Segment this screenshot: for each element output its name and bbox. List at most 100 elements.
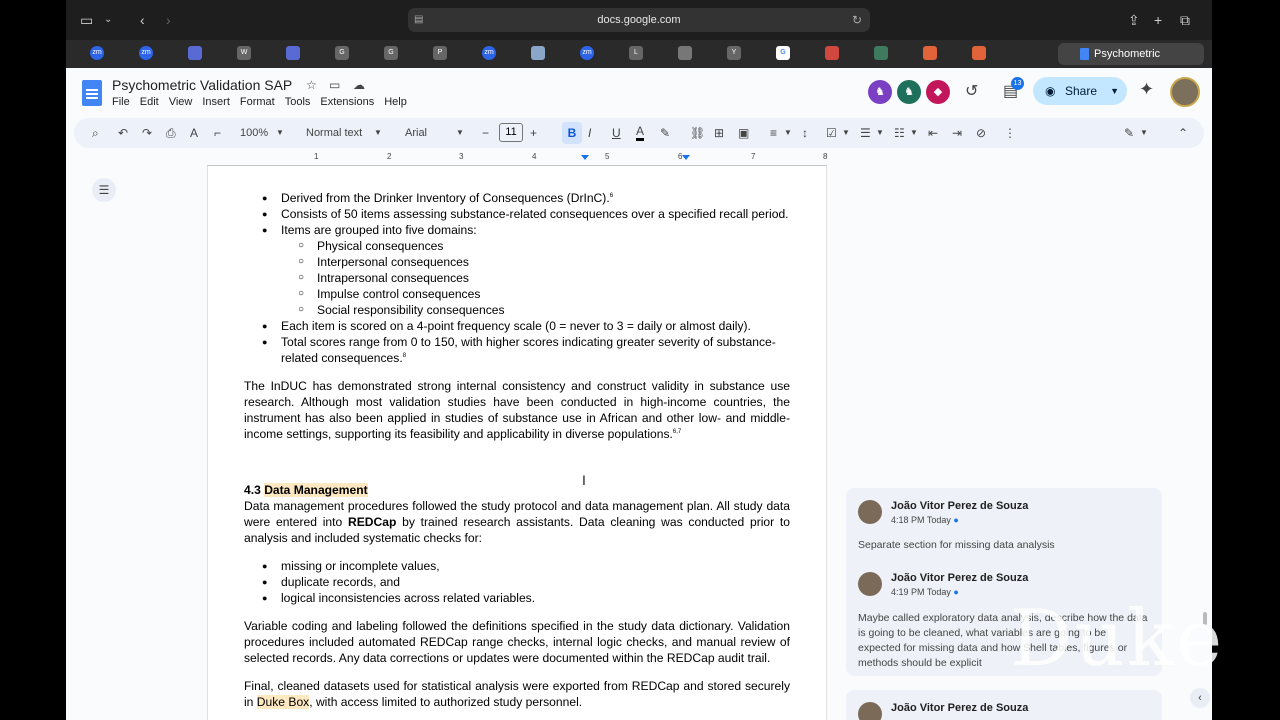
tab[interactable]: P xyxy=(433,46,447,60)
tab[interactable]: L xyxy=(629,46,643,60)
tab-overview-icon[interactable]: ⧉ xyxy=(1180,10,1190,30)
highlight-icon[interactable]: ✎ xyxy=(660,124,670,142)
back-icon[interactable]: ‹ xyxy=(140,10,145,30)
chevron-left-icon[interactable]: ‹ xyxy=(1190,688,1210,708)
insert-image-icon[interactable]: ▣ xyxy=(738,124,749,142)
comment-thread[interactable]: João Vitor Perez de Souza xyxy=(846,690,1162,720)
tab[interactable] xyxy=(286,46,300,60)
undo-icon[interactable]: ↶ xyxy=(118,124,128,142)
site-settings-icon[interactable]: ▤ xyxy=(414,8,423,32)
tab[interactable] xyxy=(531,46,545,60)
line-spacing-icon[interactable]: ↕ xyxy=(802,124,808,142)
tab[interactable] xyxy=(972,46,986,60)
print-icon[interactable]: ⎙ xyxy=(166,124,176,142)
collaborator-avatar[interactable]: ♞ xyxy=(897,80,921,104)
font-size-input[interactable]: 11 xyxy=(499,123,523,142)
share-button[interactable]: ◉ Share ▼ xyxy=(1033,77,1127,105)
tab[interactable]: W xyxy=(237,46,251,60)
cloud-status-icon[interactable]: ☁ xyxy=(353,78,365,92)
link-icon[interactable]: ⛓ xyxy=(690,124,705,142)
chevron-down-icon[interactable]: ▼ xyxy=(1140,124,1148,142)
forward-icon[interactable]: › xyxy=(166,10,171,30)
editing-mode-icon[interactable]: ✎ xyxy=(1124,124,1134,142)
url-text: docs.google.com xyxy=(597,14,681,26)
checklist-icon[interactable]: ☑ xyxy=(826,124,837,142)
text-color-icon[interactable]: A xyxy=(636,124,645,141)
document-outline-icon[interactable]: ☰ xyxy=(92,178,116,202)
chevron-down-icon[interactable]: ▼ xyxy=(784,124,792,142)
document-title[interactable]: Psychometric Validation SAP xyxy=(112,77,292,93)
zoom-select[interactable]: 100% xyxy=(240,124,268,142)
spellcheck-icon[interactable]: A xyxy=(190,124,198,142)
clear-formatting-icon[interactable]: ⊘ xyxy=(976,124,986,142)
tab[interactable] xyxy=(874,46,888,60)
move-folder-icon[interactable]: ▭ xyxy=(329,78,340,92)
star-icon[interactable]: ☆ xyxy=(306,78,317,92)
menu-file[interactable]: File xyxy=(112,96,130,108)
style-select[interactable]: Normal text xyxy=(306,124,362,142)
reload-icon[interactable]: ↻ xyxy=(852,8,862,32)
tab[interactable]: G xyxy=(335,46,349,60)
ruler-number: 5 xyxy=(605,152,610,161)
bold-icon[interactable]: B xyxy=(562,122,582,144)
chevron-down-icon[interactable]: ▼ xyxy=(456,124,464,142)
chevron-down-icon[interactable]: ▼ xyxy=(842,124,850,142)
paint-format-icon[interactable]: ⌐ xyxy=(214,124,221,142)
search-menus-icon[interactable]: ⌕ xyxy=(92,124,99,142)
collaborator-avatar[interactable]: ◆ xyxy=(926,80,950,104)
numbered-list-icon[interactable]: ☷ xyxy=(894,124,905,142)
sidebar-icon[interactable]: ▭ xyxy=(80,10,93,30)
font-select[interactable]: Arial xyxy=(405,124,427,142)
gemini-icon[interactable]: ✦ xyxy=(1139,79,1154,100)
address-bar[interactable]: ▤ docs.google.com ↻ xyxy=(408,8,870,32)
chevron-down-icon[interactable]: ▼ xyxy=(1110,77,1119,105)
chevron-down-icon[interactable]: ▼ xyxy=(876,124,884,142)
menu-insert[interactable]: Insert xyxy=(202,96,230,108)
menu-format[interactable]: Format xyxy=(240,96,275,108)
menu-help[interactable]: Help xyxy=(384,96,407,108)
docs-logo-icon[interactable] xyxy=(82,80,102,106)
decrease-indent-icon[interactable]: ⇤ xyxy=(928,124,938,142)
account-avatar[interactable] xyxy=(1170,77,1200,107)
chevron-down-icon[interactable]: ▼ xyxy=(910,124,918,142)
redo-icon[interactable]: ↷ xyxy=(142,124,152,142)
right-indent-marker[interactable] xyxy=(682,155,690,160)
tab[interactable] xyxy=(188,46,202,60)
chevron-down-icon[interactable]: ⌄ xyxy=(104,10,112,30)
tab[interactable]: zm xyxy=(580,46,594,60)
tab[interactable] xyxy=(923,46,937,60)
increase-font-icon[interactable]: + xyxy=(530,124,537,142)
menu-tools[interactable]: Tools xyxy=(285,96,311,108)
more-icon[interactable]: ⋮ xyxy=(1004,124,1016,142)
align-icon[interactable]: ≡ xyxy=(770,124,777,142)
tab[interactable]: zm xyxy=(482,46,496,60)
version-history-icon[interactable]: ↺ xyxy=(965,81,978,101)
insert-comment-icon[interactable]: ⊞ xyxy=(714,124,724,142)
collapse-menus-icon[interactable]: ⌃ xyxy=(1178,124,1188,142)
tab[interactable] xyxy=(678,46,692,60)
menu-view[interactable]: View xyxy=(169,96,193,108)
ruler[interactable]: 1 2 3 4 5 6 7 8 xyxy=(207,150,827,166)
underline-icon[interactable]: U xyxy=(612,124,621,142)
increase-indent-icon[interactable]: ⇥ xyxy=(952,124,962,142)
chevron-down-icon[interactable]: ▼ xyxy=(374,124,382,142)
collaborator-avatar[interactable]: ♞ xyxy=(868,80,892,104)
active-tab[interactable]: Psychometric Validat... xyxy=(1058,43,1204,82)
tab[interactable]: G xyxy=(776,46,790,60)
document-page[interactable]: Derived from the Drinker Inventory of Co… xyxy=(207,166,827,720)
tab[interactable]: G xyxy=(384,46,398,60)
share-page-icon[interactable]: ⇪ xyxy=(1128,10,1140,30)
tab[interactable]: zm xyxy=(90,46,104,60)
tab[interactable]: zm xyxy=(139,46,153,60)
sub-list-item: Impulse control consequences xyxy=(244,286,790,302)
decrease-font-icon[interactable]: − xyxy=(482,124,489,142)
italic-icon[interactable]: I xyxy=(588,124,591,142)
tab[interactable] xyxy=(825,46,839,60)
tab[interactable]: Y xyxy=(727,46,741,60)
bulleted-list-icon[interactable]: ☰ xyxy=(860,124,871,142)
new-tab-icon[interactable]: + xyxy=(1154,10,1162,30)
left-indent-marker[interactable] xyxy=(581,155,589,160)
menu-extensions[interactable]: Extensions xyxy=(320,96,374,108)
menu-edit[interactable]: Edit xyxy=(140,96,159,108)
chevron-down-icon[interactable]: ▼ xyxy=(276,124,284,142)
